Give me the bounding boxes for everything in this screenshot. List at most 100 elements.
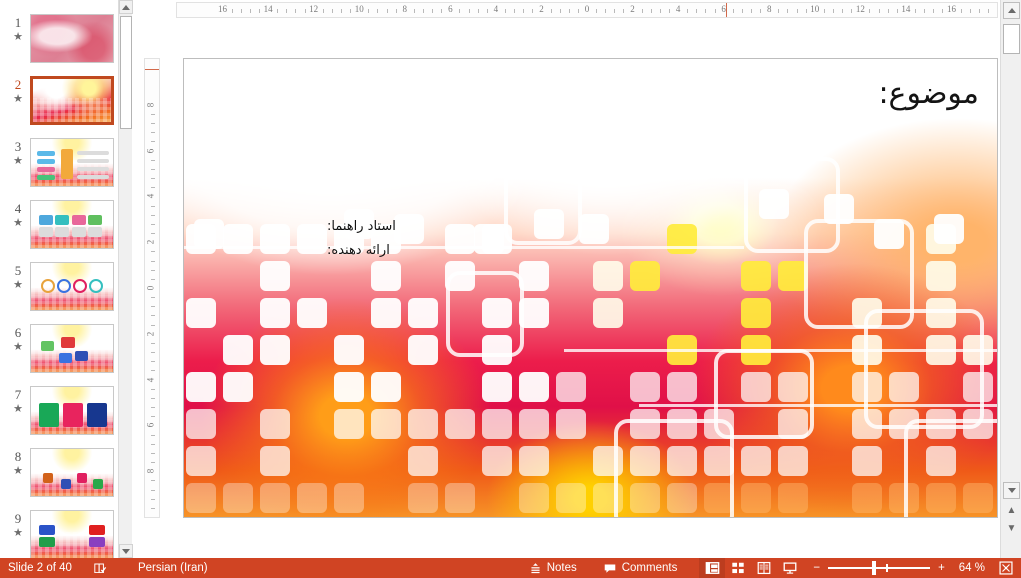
thumbnail-preview[interactable] xyxy=(30,262,114,311)
slide-scroll-up-button[interactable] xyxy=(1003,2,1020,19)
thumbnail-preview[interactable] xyxy=(30,324,114,373)
comments-button[interactable]: Comments xyxy=(597,558,684,578)
ruler-tick-label: 4 xyxy=(675,4,681,14)
normal-view-button[interactable] xyxy=(699,558,726,578)
thumbnail-item-3[interactable]: 3 ★ xyxy=(6,138,118,193)
zoom-in-button[interactable]: + xyxy=(934,558,951,578)
thumbnail-scroll-up-button[interactable] xyxy=(119,0,133,14)
animation-star-icon[interactable]: ★ xyxy=(6,155,30,168)
animation-star-icon[interactable]: ★ xyxy=(6,93,30,106)
thumbnail-preview[interactable] xyxy=(30,14,114,63)
thumbnail-number: 6 xyxy=(14,325,22,340)
thumbnail-item-1[interactable]: 1 ★ xyxy=(6,14,118,69)
animation-star-icon[interactable]: ★ xyxy=(6,465,30,478)
thumbnail-shape xyxy=(37,167,55,172)
slide-scrollbar-thumb[interactable] xyxy=(1003,24,1020,54)
supervisor-label-text[interactable]: استاد راهنما: xyxy=(327,219,396,234)
slide-panel-scrollbar[interactable]: ▲ ▼ xyxy=(1000,0,1021,558)
thumbnail-item-6[interactable]: 6 ★ xyxy=(6,324,118,379)
thumbnail-item-9[interactable]: 9 ★ xyxy=(6,510,118,558)
thumbnail-scroll-down-button[interactable] xyxy=(119,544,133,558)
ruler-tick xyxy=(151,489,155,491)
background-ring xyxy=(904,419,997,517)
vertical-ruler[interactable]: 8 6 4 2 0 2 4 6 8 xyxy=(144,58,160,518)
ruler-tick xyxy=(277,9,279,13)
thumbnail-preview[interactable] xyxy=(30,138,114,187)
notes-button[interactable]: Notes xyxy=(523,558,583,578)
background-square xyxy=(482,372,512,402)
ruler-tick xyxy=(851,9,853,13)
animation-star-icon[interactable]: ★ xyxy=(6,403,30,416)
thumbnail-shape xyxy=(39,525,55,535)
background-square xyxy=(519,446,549,476)
fit-to-window-button[interactable] xyxy=(993,558,1021,578)
ruler-tick-label: 0 xyxy=(584,4,590,14)
thumbnail-preview[interactable] xyxy=(30,200,114,249)
zoom-slider[interactable] xyxy=(824,558,934,578)
thumbnail-number: 4 xyxy=(14,201,22,216)
ruler-tick xyxy=(568,9,570,13)
ruler-tick xyxy=(151,141,155,143)
zoom-out-button[interactable]: − xyxy=(803,558,824,578)
thumbnail-preview[interactable] xyxy=(30,386,114,435)
reading-view-button[interactable] xyxy=(751,558,777,578)
ruler-tick xyxy=(468,9,470,13)
horizontal-ruler[interactable]: 16 14 12 10 8 6 4 2 0 2 4 6 8 10 12 14 16 xyxy=(176,2,998,18)
slide-editing-area[interactable]: موضوع: استاد راهنما: ارائه دهنده: xyxy=(160,20,1000,558)
ruler-indent-marker[interactable] xyxy=(725,3,727,17)
ruler-margin-marker[interactable] xyxy=(145,69,159,70)
ruler-tick xyxy=(732,9,734,13)
animation-star-icon[interactable]: ★ xyxy=(6,341,30,354)
spell-check-icon xyxy=(94,562,107,575)
language-status-button[interactable]: Persian (Iran) xyxy=(132,558,214,578)
thumbnail-shape xyxy=(61,337,75,348)
thumbnail-item-4[interactable]: 4 ★ xyxy=(6,200,118,255)
ruler-tick xyxy=(151,123,155,125)
thumbnail-item-5[interactable]: 5 ★ xyxy=(6,262,118,317)
ruler-tick xyxy=(505,9,506,13)
ruler-tick-label: 4 xyxy=(145,194,156,199)
ruler-tick xyxy=(614,9,616,13)
slide-title-text[interactable]: موضوع: xyxy=(878,76,979,112)
slide-thumbnail-panel[interactable]: 1 ★ 2 ★ 3 ★ 4 ★ 5 ★ 6 ★ 7 ★ 8 ★ 9 ★ xyxy=(0,0,132,558)
thumbnail-preview[interactable] xyxy=(30,76,114,125)
thumbnail-preview[interactable] xyxy=(30,448,114,497)
thumbnail-item-7[interactable]: 7 ★ xyxy=(6,386,118,441)
ruler-tick xyxy=(924,9,926,13)
animation-star-icon[interactable]: ★ xyxy=(6,527,30,540)
animation-star-icon[interactable]: ★ xyxy=(6,217,30,230)
zoom-slider-handle[interactable] xyxy=(872,561,877,575)
ruler-tick-label: 16 xyxy=(946,4,956,14)
slide-sorter-view-button[interactable] xyxy=(725,558,751,578)
background-square xyxy=(556,409,586,439)
ruler-tick xyxy=(151,260,155,262)
background-square xyxy=(260,446,290,476)
previous-slide-button[interactable]: ▲ xyxy=(1004,504,1019,517)
thumbnail-preview[interactable] xyxy=(30,510,114,558)
ruler-tick xyxy=(933,9,935,13)
ruler-tick xyxy=(760,9,762,13)
thumbnail-panel-scrollbar[interactable] xyxy=(118,0,133,558)
slide-counter[interactable]: Slide 2 of 40 xyxy=(0,558,78,578)
slide-scroll-down-button[interactable] xyxy=(1003,482,1020,499)
thumbnail-scrollbar-thumb[interactable] xyxy=(120,16,132,129)
animation-star-icon[interactable]: ★ xyxy=(6,279,30,292)
slide-counter-label: Slide 2 of 40 xyxy=(8,562,72,574)
thumbnail-shape xyxy=(77,175,109,179)
presenter-label-text[interactable]: ارائه دهنده: xyxy=(327,243,390,258)
background-square xyxy=(519,372,549,402)
thumbnail-shape xyxy=(55,227,69,237)
zoom-level[interactable]: 64 % xyxy=(951,558,993,578)
background-ring xyxy=(614,419,734,517)
ruler-tick xyxy=(331,9,333,13)
ruler-tick-label: 10 xyxy=(810,4,820,14)
animation-star-icon[interactable]: ★ xyxy=(6,31,30,44)
thumbnail-item-8[interactable]: 8 ★ xyxy=(6,448,118,503)
thumbnail-item-2[interactable]: 2 ★ xyxy=(6,76,118,131)
next-slide-button[interactable]: ▼ xyxy=(1004,522,1019,535)
slide-canvas[interactable]: موضوع: استاد راهنما: ارائه دهنده: xyxy=(183,58,998,518)
background-square xyxy=(186,446,216,476)
proofing-status-button[interactable] xyxy=(88,558,118,578)
status-bar[interactable]: Slide 2 of 40 Persian (Iran) Notes Comme… xyxy=(0,558,1021,578)
slide-show-view-button[interactable] xyxy=(777,558,803,578)
